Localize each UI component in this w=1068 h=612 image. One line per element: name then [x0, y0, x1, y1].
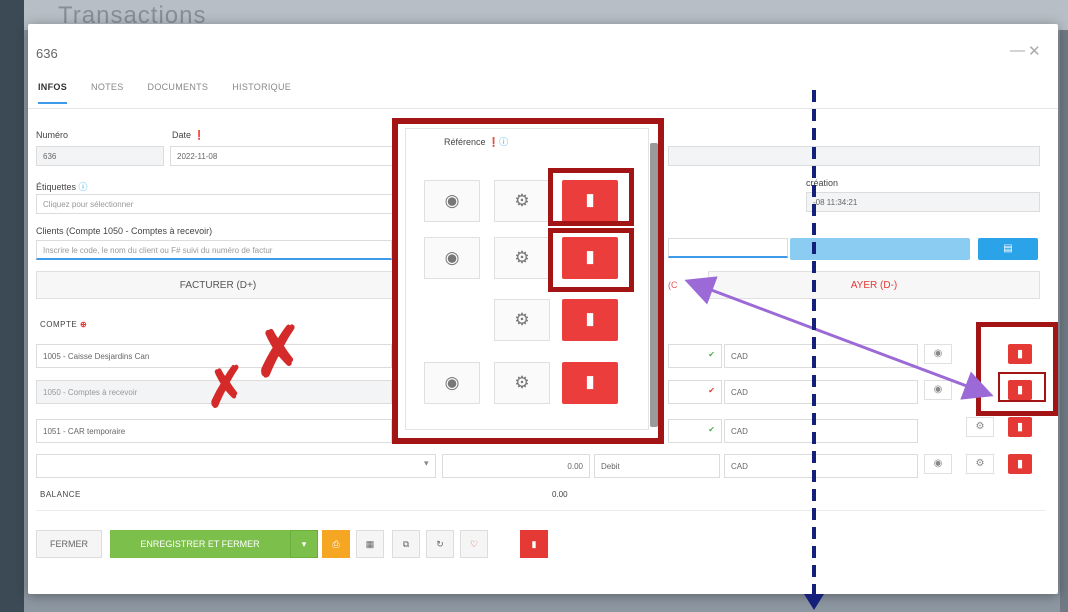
navy-arrow-head [804, 594, 824, 610]
annotation-arrows [684, 90, 994, 610]
purple-double-arrow [684, 276, 994, 400]
